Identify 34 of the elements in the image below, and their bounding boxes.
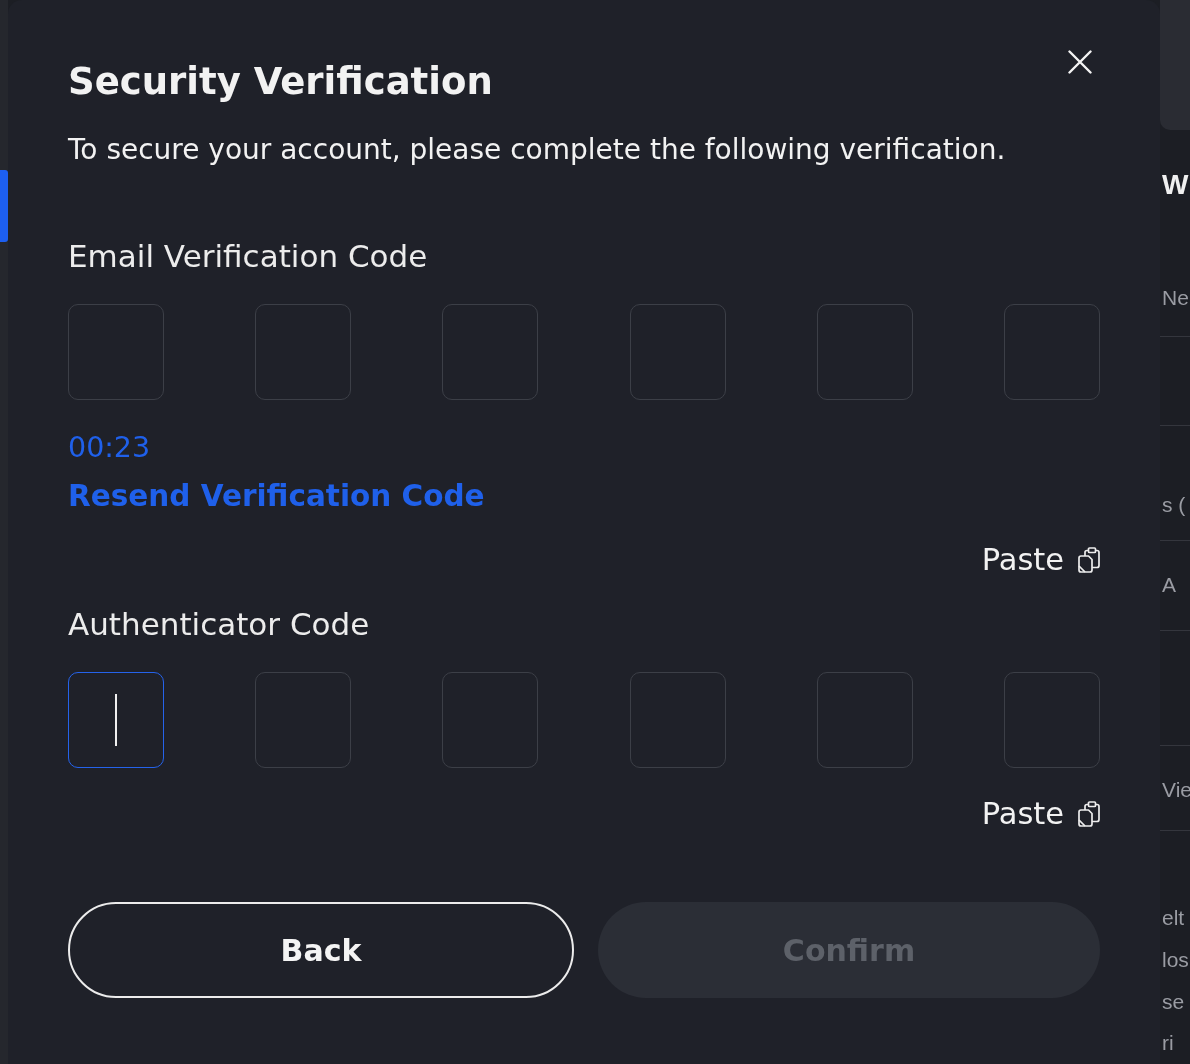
background-heading: W	[1161, 168, 1189, 202]
code-input[interactable]	[816, 672, 913, 768]
code-input[interactable]	[442, 672, 539, 768]
text-cursor	[115, 694, 117, 746]
code-input[interactable]	[1003, 304, 1100, 400]
background-text: los	[1161, 947, 1189, 973]
field-label: Authenticator Code	[68, 606, 370, 642]
code-input[interactable]	[1003, 672, 1100, 768]
close-button[interactable]	[1068, 50, 1092, 74]
dialog-title: Security Verification	[68, 59, 493, 105]
background-text: se	[1161, 989, 1185, 1015]
background-text: s (	[1161, 492, 1186, 518]
field-label: Email Verification Code	[68, 238, 428, 274]
background-text: ri	[1161, 1030, 1174, 1056]
clipboard-icon	[1078, 801, 1100, 827]
countdown-timer: 00:23	[68, 430, 151, 466]
dialog-description: To secure your account, please complete the following verification.	[68, 132, 1006, 168]
paste-button[interactable]: Paste	[981, 542, 1100, 578]
code-input[interactable]	[68, 672, 164, 768]
background-text: elt	[1161, 905, 1185, 931]
secondary-button[interactable]: Back	[68, 902, 574, 998]
background-text: A	[1161, 572, 1176, 598]
close-icon	[1068, 50, 1092, 74]
background-text: Ne	[1161, 285, 1189, 311]
clipboard-icon	[1078, 547, 1100, 573]
code-input[interactable]	[442, 304, 539, 400]
paste-button[interactable]: Paste	[981, 796, 1100, 832]
code-input[interactable]	[629, 304, 726, 400]
code-input[interactable]	[255, 672, 352, 768]
code-input[interactable]	[816, 304, 913, 400]
accent-bar	[0, 170, 8, 242]
code-input[interactable]	[255, 304, 352, 400]
code-input[interactable]	[68, 304, 164, 400]
code-input[interactable]	[629, 672, 726, 768]
